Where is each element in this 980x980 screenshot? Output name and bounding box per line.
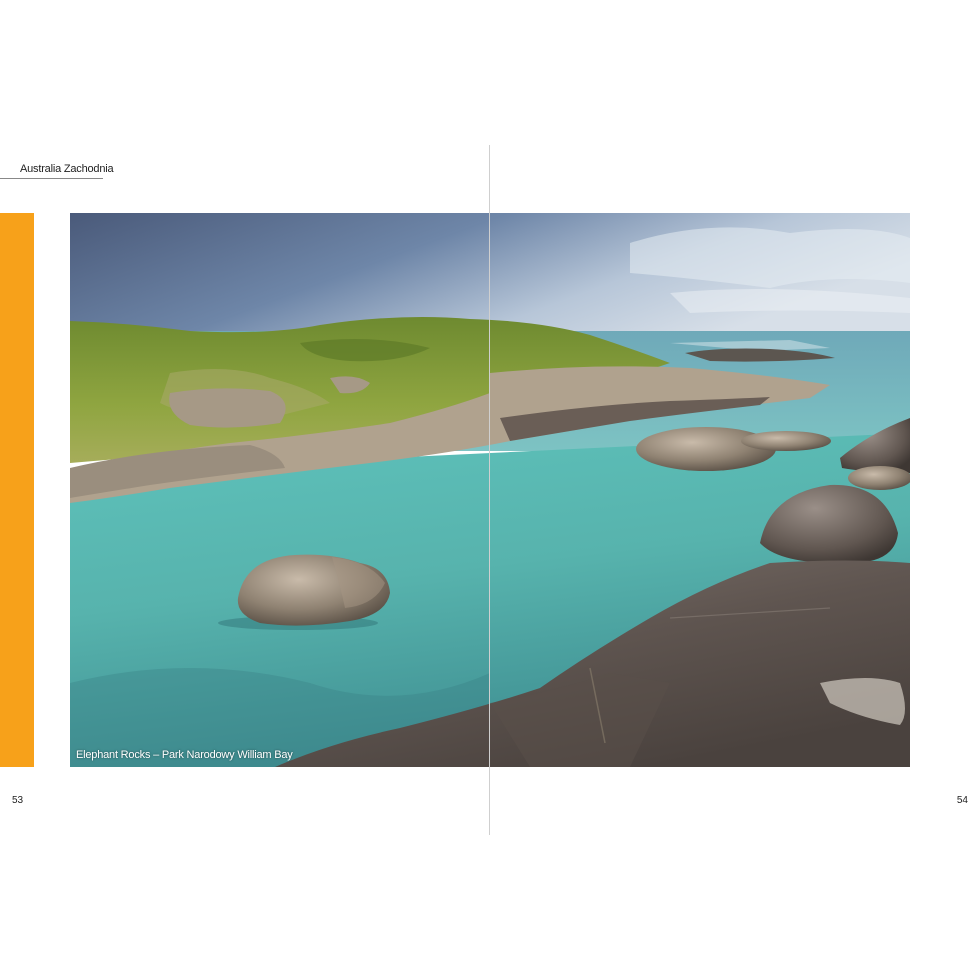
landscape-photo: Elephant Rocks – Park Narodowy William B… — [70, 213, 910, 767]
photo-caption: Elephant Rocks – Park Narodowy William B… — [76, 749, 293, 761]
page-number-right: 54 — [956, 795, 968, 806]
accent-bar — [0, 213, 34, 767]
page-spine — [489, 145, 490, 835]
section-title: Australia Zachodnia — [20, 163, 114, 175]
page-number-left: 53 — [12, 795, 24, 806]
photo-illustration — [70, 213, 910, 767]
section-rule — [0, 178, 103, 179]
